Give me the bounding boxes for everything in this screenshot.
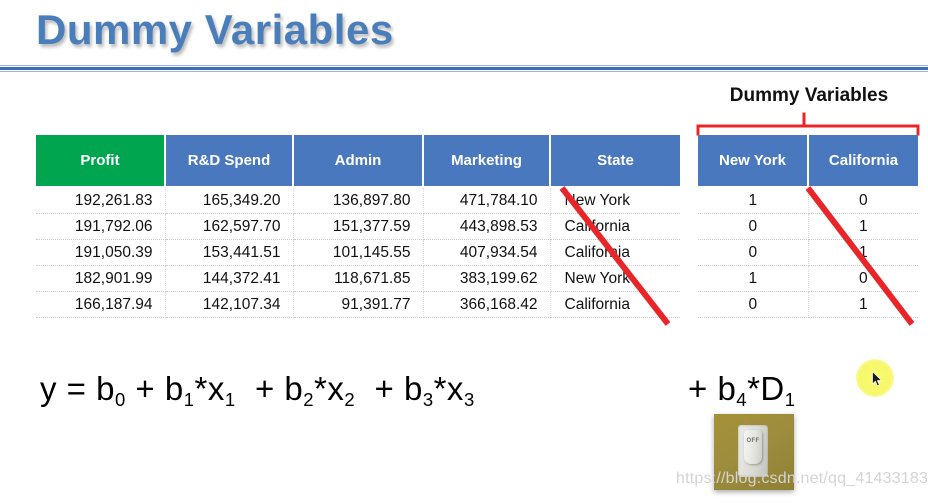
cell-profit: 191,050.39 xyxy=(36,239,166,266)
table-header-row: Profit R&D Spend Admin Marketing State xyxy=(36,135,680,188)
formula-dummy-text: + b4*D1 xyxy=(688,370,796,410)
cell-state: California xyxy=(550,291,680,318)
cell-new-york: 0 xyxy=(698,291,809,318)
table-row: 0 1 xyxy=(698,291,918,318)
cell-rd-spend: 142,107.34 xyxy=(165,291,294,318)
cell-state: California xyxy=(550,213,680,240)
cell-rd-spend: 144,372.41 xyxy=(165,265,294,292)
cell-rd-spend: 153,441.51 xyxy=(165,239,294,266)
cell-profit: 191,792.06 xyxy=(36,213,166,240)
startup-data-table: Profit R&D Spend Admin Marketing State 1… xyxy=(36,135,680,318)
dummy-variables-table: New York California 1 0 0 1 0 1 1 0 0 1 xyxy=(698,135,918,318)
table-row: 192,261.83 165,349.20 136,897.80 471,784… xyxy=(36,187,680,214)
column-header-profit[interactable]: Profit xyxy=(36,135,166,188)
cell-rd-spend: 162,597.70 xyxy=(165,213,294,240)
cell-marketing: 383,199.62 xyxy=(423,265,551,292)
table-row: 0 1 xyxy=(698,213,918,240)
cell-california: 0 xyxy=(808,265,918,292)
table-row: 191,792.06 162,597.70 151,377.59 443,898… xyxy=(36,213,680,240)
cell-marketing: 366,168.42 xyxy=(423,291,551,318)
title-divider-thick xyxy=(0,67,928,70)
column-header-state[interactable]: State xyxy=(550,135,680,188)
watermark-text: https://blog.csdn.net/qq_41433183 xyxy=(676,470,928,487)
table-row: 191,050.39 153,441.51 101,145.55 407,934… xyxy=(36,239,680,266)
cell-marketing: 471,784.10 xyxy=(423,187,551,214)
cell-profit: 192,261.83 xyxy=(36,187,166,214)
cell-california: 1 xyxy=(808,213,918,240)
table-row: 166,187.94 142,107.34 91,391.77 366,168.… xyxy=(36,291,680,318)
cell-admin: 118,671.85 xyxy=(293,265,424,292)
title-divider-thin-top xyxy=(0,65,928,66)
cell-california: 1 xyxy=(808,239,918,266)
column-header-admin[interactable]: Admin xyxy=(293,135,424,188)
cell-state: New York xyxy=(550,265,680,292)
mouse-cursor-icon xyxy=(872,371,883,387)
title-divider-thin-bottom xyxy=(0,71,928,72)
switch-off-label: OFF xyxy=(746,438,760,444)
formula-main-text: y = b0 + b1*x1 + b2*x2 + b3*x3 xyxy=(40,370,475,410)
column-header-california[interactable]: California xyxy=(808,135,918,188)
regression-formula: y = b0 + b1*x1 + b2*x2 + b3*x3 xyxy=(40,370,475,410)
table-row: 182,901.99 144,372.41 118,671.85 383,199… xyxy=(36,265,680,292)
dummy-variable-term: + b4*D1 xyxy=(688,370,796,410)
column-header-rd-spend[interactable]: R&D Spend xyxy=(165,135,294,188)
column-header-marketing[interactable]: Marketing xyxy=(423,135,551,188)
cell-admin: 136,897.80 xyxy=(293,187,424,214)
cell-marketing: 443,898.53 xyxy=(423,213,551,240)
cell-state: California xyxy=(550,239,680,266)
cell-admin: 91,391.77 xyxy=(293,291,424,318)
dummy-variables-caption: Dummy Variables xyxy=(729,85,889,106)
cell-new-york: 0 xyxy=(698,213,809,240)
cell-new-york: 1 xyxy=(698,265,809,292)
cell-new-york: 1 xyxy=(698,187,809,214)
cell-california: 0 xyxy=(808,187,918,214)
dummy-table-header-row: New York California xyxy=(698,135,918,188)
cell-rd-spend: 165,349.20 xyxy=(165,187,294,214)
cell-profit: 166,187.94 xyxy=(36,291,166,318)
cell-california: 1 xyxy=(808,291,918,318)
dummy-variables-bracket-icon xyxy=(696,112,920,136)
title-divider xyxy=(0,65,928,72)
cell-admin: 101,145.55 xyxy=(293,239,424,266)
cell-admin: 151,377.59 xyxy=(293,213,424,240)
cell-new-york: 0 xyxy=(698,239,809,266)
table-row: 1 0 xyxy=(698,187,918,214)
cell-profit: 182,901.99 xyxy=(36,265,166,292)
column-header-new-york[interactable]: New York xyxy=(698,135,809,188)
cell-state: New York xyxy=(550,187,680,214)
page-title: Dummy Variables xyxy=(36,6,394,53)
cell-marketing: 407,934.54 xyxy=(423,239,551,266)
table-row: 1 0 xyxy=(698,265,918,292)
switch-toggle-icon: OFF xyxy=(744,430,762,464)
table-row: 0 1 xyxy=(698,239,918,266)
